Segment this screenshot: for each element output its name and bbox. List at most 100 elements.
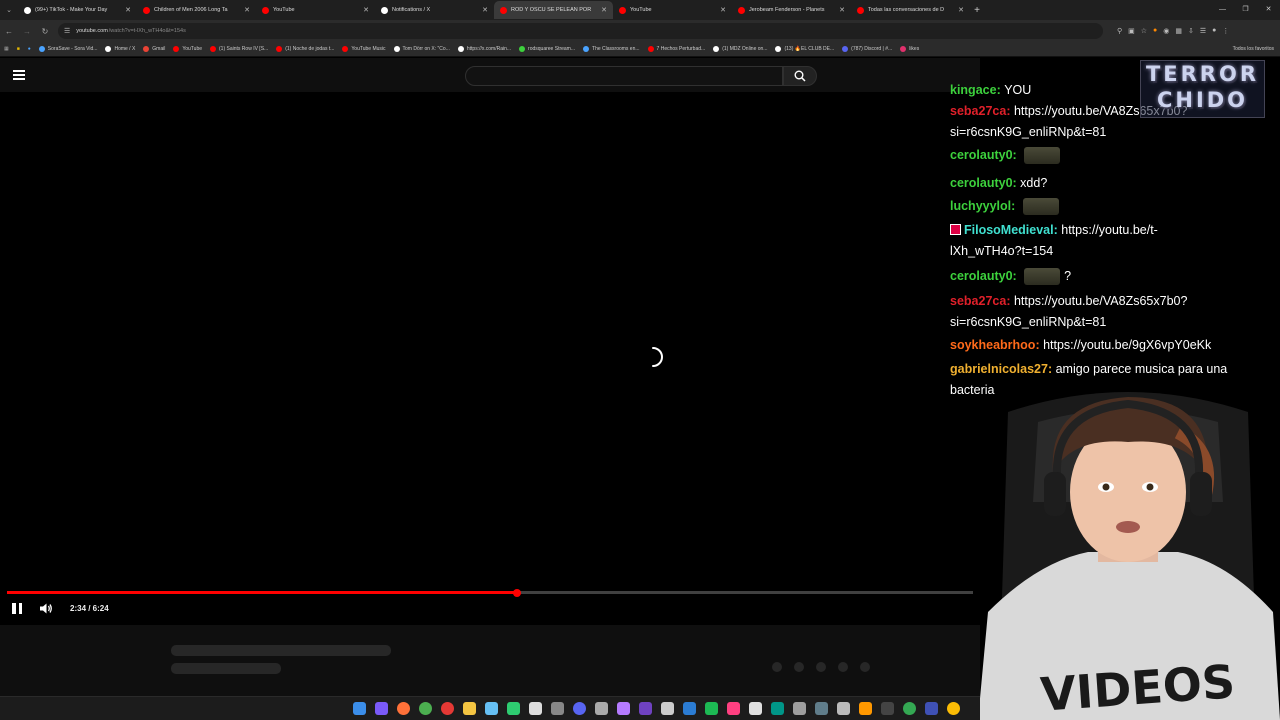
profile-icon[interactable]: ● bbox=[1212, 27, 1216, 35]
app-icon[interactable] bbox=[595, 702, 608, 715]
bookmark-label: Home / X bbox=[114, 46, 136, 52]
close-window-icon[interactable]: ✕ bbox=[1257, 0, 1280, 20]
app-icon[interactable] bbox=[551, 702, 564, 715]
terminal-icon[interactable] bbox=[881, 702, 894, 715]
app-icon[interactable] bbox=[507, 702, 520, 715]
app-icon[interactable] bbox=[793, 702, 806, 715]
maximize-icon[interactable]: ❐ bbox=[1234, 0, 1257, 20]
bookmark-item[interactable]: (1) Noche de jodas t... bbox=[276, 46, 334, 52]
chrome-icon[interactable] bbox=[419, 702, 432, 715]
steam-icon[interactable] bbox=[485, 702, 498, 715]
bookmark-item[interactable]: rodsquaree Stream... bbox=[519, 46, 575, 52]
bookmark-item[interactable]: YouTube Music bbox=[342, 46, 386, 52]
bookmark-item[interactable]: likes bbox=[900, 46, 919, 52]
extension-icon[interactable]: ◉ bbox=[1163, 27, 1169, 35]
app-icon[interactable] bbox=[815, 702, 828, 715]
tab-close-icon[interactable]: ✕ bbox=[363, 6, 369, 14]
zoom-icon[interactable]: ⚲ bbox=[1117, 27, 1122, 35]
bookmark-item[interactable]: YouTube bbox=[173, 46, 202, 52]
browser-tab[interactable]: Todas las conversaciones de D ✕ bbox=[851, 1, 970, 19]
bookmark-favicon-icon bbox=[393, 46, 400, 52]
site-info-icon[interactable]: ☰ bbox=[64, 27, 70, 35]
discord-icon[interactable] bbox=[573, 702, 586, 715]
browser-tab[interactable]: Children of Men 2006 Long Ta ✕ bbox=[137, 1, 256, 19]
app-icon[interactable] bbox=[617, 702, 630, 715]
chrome-icon[interactable] bbox=[903, 702, 916, 715]
video-player[interactable]: 2:34 / 6:24 bbox=[0, 92, 980, 625]
bookmark-item[interactable]: Tom Dörr on X: "Co... bbox=[393, 46, 450, 52]
url-input[interactable]: ☰ youtube.com /watch?v=t-lXh_wTH4o&t=154… bbox=[58, 23, 1103, 39]
tab-close-icon[interactable]: ✕ bbox=[958, 6, 964, 14]
app-icon[interactable] bbox=[859, 702, 872, 715]
hamburger-menu-icon[interactable] bbox=[13, 70, 25, 80]
tab-close-icon[interactable]: ✕ bbox=[244, 6, 250, 14]
tab-close-icon[interactable]: ✕ bbox=[125, 6, 131, 14]
app-icon[interactable] bbox=[771, 702, 784, 715]
app-icon[interactable] bbox=[749, 702, 762, 715]
extensions-puzzle-icon[interactable]: ▦ bbox=[1175, 27, 1182, 35]
tab-close-icon[interactable]: ✕ bbox=[839, 6, 845, 14]
bookmark-item[interactable]: 7 Hechos Perturbad... bbox=[647, 46, 705, 52]
bookmark-item[interactable]: The Classrooms en... bbox=[583, 46, 640, 52]
chat-username: seba27ca bbox=[950, 294, 1007, 308]
bookmark-item[interactable]: SoraSave - Sora Vid... bbox=[38, 46, 97, 52]
bookmark-favicon-icon bbox=[342, 46, 349, 52]
all-bookmarks-link[interactable]: Todos los favoritos bbox=[1233, 46, 1280, 52]
browser-tab[interactable]: YouTube ✕ bbox=[256, 1, 375, 19]
bookmark-item[interactable]: (1) MDZ Online on... bbox=[713, 46, 767, 52]
tab-close-icon[interactable]: ✕ bbox=[482, 6, 488, 14]
new-tab-icon[interactable]: + bbox=[970, 5, 984, 16]
bookmark-item[interactable]: Home / X bbox=[105, 46, 135, 52]
tab-close-icon[interactable]: ✕ bbox=[601, 6, 607, 14]
bookmark-favicon-icon bbox=[276, 46, 283, 52]
app-icon[interactable] bbox=[925, 702, 938, 715]
browser-tab[interactable]: ROD Y OSCU SE PELEAN POR ✕ bbox=[494, 1, 613, 19]
download-icon[interactable]: ⇩ bbox=[1188, 27, 1194, 35]
bookmark-item[interactable]: (787) Discord | #... bbox=[842, 46, 892, 52]
windows-start-icon[interactable] bbox=[353, 702, 366, 715]
volume-icon[interactable] bbox=[39, 602, 53, 615]
app-icon[interactable] bbox=[639, 702, 652, 715]
progress-scrubber[interactable] bbox=[513, 588, 522, 597]
tab-close-icon[interactable]: ✕ bbox=[720, 6, 726, 14]
bookmark-star-icon[interactable]: ☆ bbox=[1141, 27, 1147, 35]
chrome-icon[interactable] bbox=[947, 702, 960, 715]
app-icon[interactable] bbox=[705, 702, 718, 715]
reading-list-icon[interactable]: ☰ bbox=[1200, 27, 1206, 35]
reload-icon[interactable]: ↻ bbox=[36, 27, 54, 36]
search-input[interactable] bbox=[465, 66, 783, 86]
cast-icon[interactable]: ▣ bbox=[1128, 27, 1135, 35]
chat-username: soykheabrhoo bbox=[950, 338, 1036, 352]
firefox-icon[interactable] bbox=[397, 702, 410, 715]
app-icon[interactable] bbox=[727, 702, 740, 715]
app-icon[interactable] bbox=[529, 702, 542, 715]
extension-icon[interactable]: ● bbox=[1153, 27, 1157, 35]
browser-tab[interactable]: YouTube ✕ bbox=[613, 1, 732, 19]
app-icon[interactable] bbox=[661, 702, 674, 715]
bookmark-item[interactable]: Gmail bbox=[143, 46, 165, 52]
tab-search-icon[interactable]: ⌄ bbox=[0, 0, 18, 20]
file-explorer-icon[interactable] bbox=[463, 702, 476, 715]
menu-icon[interactable]: ⋮ bbox=[1222, 27, 1229, 35]
bookmark-item[interactable]: (1) Saints Row IV [S... bbox=[210, 46, 268, 52]
browser-tab[interactable]: Notifications / X ✕ bbox=[375, 1, 494, 19]
extension-icon[interactable]: ● bbox=[28, 46, 31, 52]
app-icon[interactable] bbox=[837, 702, 850, 715]
browser-tab[interactable]: (99+) TikTok - Make Your Day ✕ bbox=[18, 1, 137, 19]
progress-bar[interactable] bbox=[7, 588, 973, 597]
apps-icon[interactable]: ▦ bbox=[4, 46, 9, 52]
app-icon[interactable] bbox=[375, 702, 388, 715]
app-icon[interactable] bbox=[683, 702, 696, 715]
forward-icon[interactable]: → bbox=[18, 27, 36, 36]
minimize-icon[interactable]: — bbox=[1211, 0, 1234, 20]
loading-spinner bbox=[652, 347, 663, 367]
tab-favicon-icon bbox=[619, 6, 626, 14]
pause-button[interactable] bbox=[12, 603, 23, 614]
back-icon[interactable]: ← bbox=[0, 27, 18, 36]
chrome-icon[interactable] bbox=[441, 702, 454, 715]
bookmark-item[interactable]: (13) 🔥EL CLUB DE... bbox=[775, 46, 834, 52]
extension-icon[interactable]: ■ bbox=[17, 46, 20, 52]
bookmark-item[interactable]: https://x.com/Rain... bbox=[457, 46, 511, 52]
search-button[interactable] bbox=[783, 66, 817, 86]
browser-tab[interactable]: Jerobeam Fenderson - Planets ✕ bbox=[732, 1, 851, 19]
